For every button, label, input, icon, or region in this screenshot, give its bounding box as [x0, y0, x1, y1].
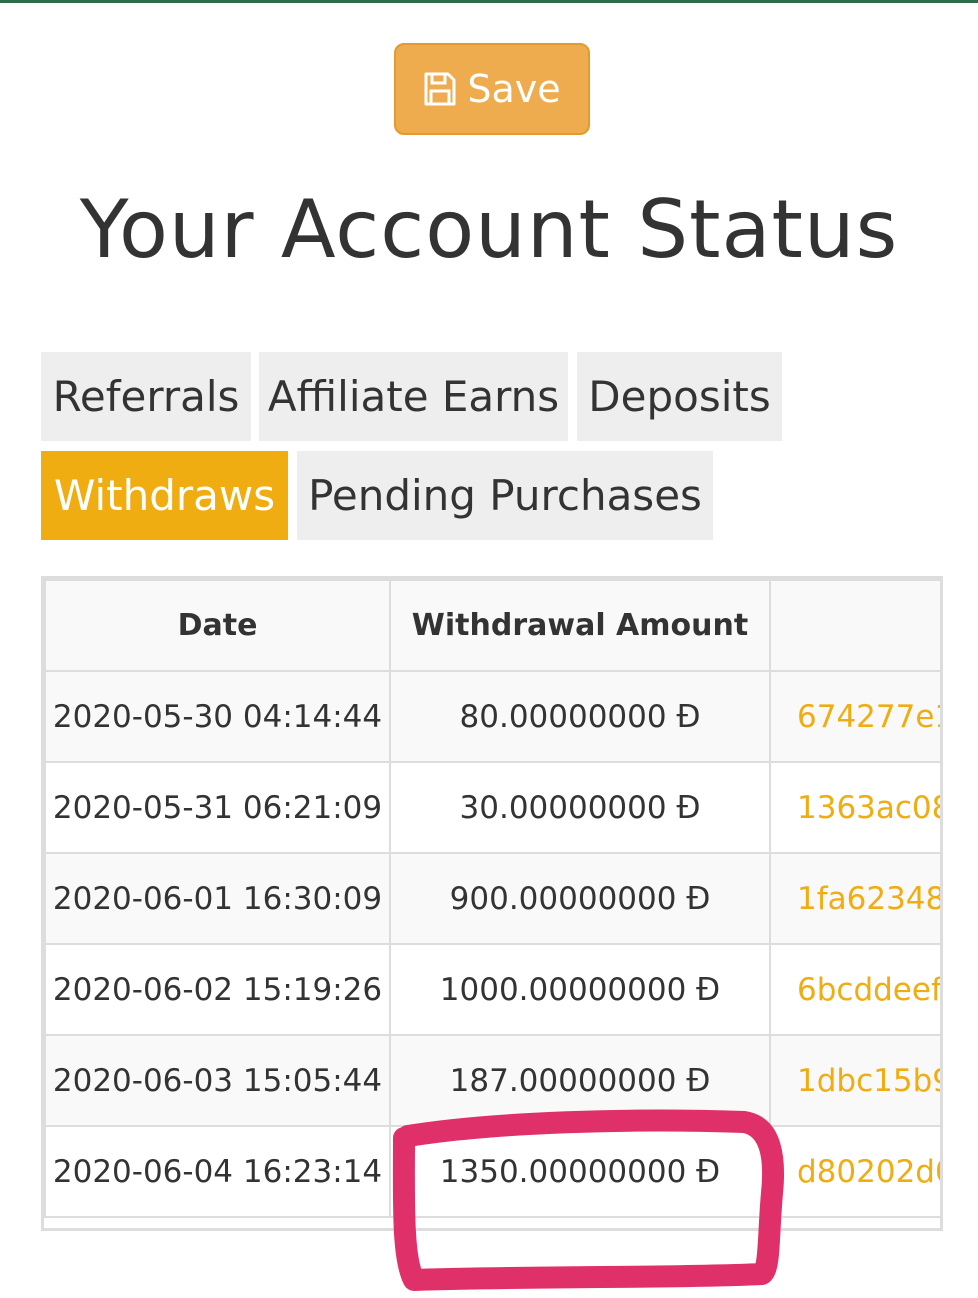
row-txid-link[interactable]: 674277e1	[769, 670, 940, 763]
row-date: 2020-06-01 16:30:09	[44, 852, 391, 945]
column-header-withdrawal-amount: Withdrawal Amount	[389, 579, 771, 672]
table-row: 2020-06-01 16:30:09 900.00000000 Đ 1fa62…	[44, 852, 940, 945]
row-amount: 80.00000000 Đ	[389, 670, 771, 763]
table-row: 2020-05-30 04:14:44 80.00000000 Đ 674277…	[44, 670, 940, 763]
tab-pending-purchases[interactable]: Pending Purchases	[297, 451, 713, 540]
row-txid-link[interactable]: 1dbc15b9	[769, 1034, 940, 1127]
row-date: 2020-06-03 15:05:44	[44, 1034, 391, 1127]
tab-referrals[interactable]: Referrals	[41, 352, 251, 441]
row-date: 2020-05-31 06:21:09	[44, 761, 391, 854]
top-border-line	[0, 0, 978, 3]
row-date: 2020-06-02 15:19:26	[44, 943, 391, 1036]
row-txid-link[interactable]: 1fa623482	[769, 852, 940, 945]
tab-affiliate-earns[interactable]: Affiliate Earns	[259, 352, 568, 441]
table-row: 2020-05-31 06:21:09 30.00000000 Đ 1363ac…	[44, 761, 940, 854]
save-button[interactable]: Save	[394, 43, 590, 135]
table-row: 2020-06-02 15:19:26 1000.00000000 Đ 6bcd…	[44, 943, 940, 1036]
floppy-disk-icon	[423, 71, 457, 107]
hand-drawn-highlight-annotation	[392, 1109, 785, 1291]
row-amount: 900.00000000 Đ	[389, 852, 771, 945]
tab-deposits[interactable]: Deposits	[577, 352, 782, 441]
column-header-transaction	[769, 579, 940, 672]
save-button-label: Save	[467, 67, 561, 111]
row-txid-link[interactable]: 6bcddeef	[769, 943, 940, 1036]
row-amount: 30.00000000 Đ	[389, 761, 771, 854]
row-date: 2020-06-04 16:23:14	[44, 1125, 391, 1218]
table-header-row: Date Withdrawal Amount	[44, 579, 940, 672]
row-txid-link[interactable]: 1363ac08	[769, 761, 940, 854]
row-amount: 1000.00000000 Đ	[389, 943, 771, 1036]
row-date: 2020-05-30 04:14:44	[44, 670, 391, 763]
page-title: Your Account Status	[79, 183, 899, 276]
tab-withdraws[interactable]: Withdraws	[41, 451, 288, 540]
row-txid-link[interactable]: d80202d0	[769, 1125, 940, 1218]
column-header-date: Date	[44, 579, 391, 672]
